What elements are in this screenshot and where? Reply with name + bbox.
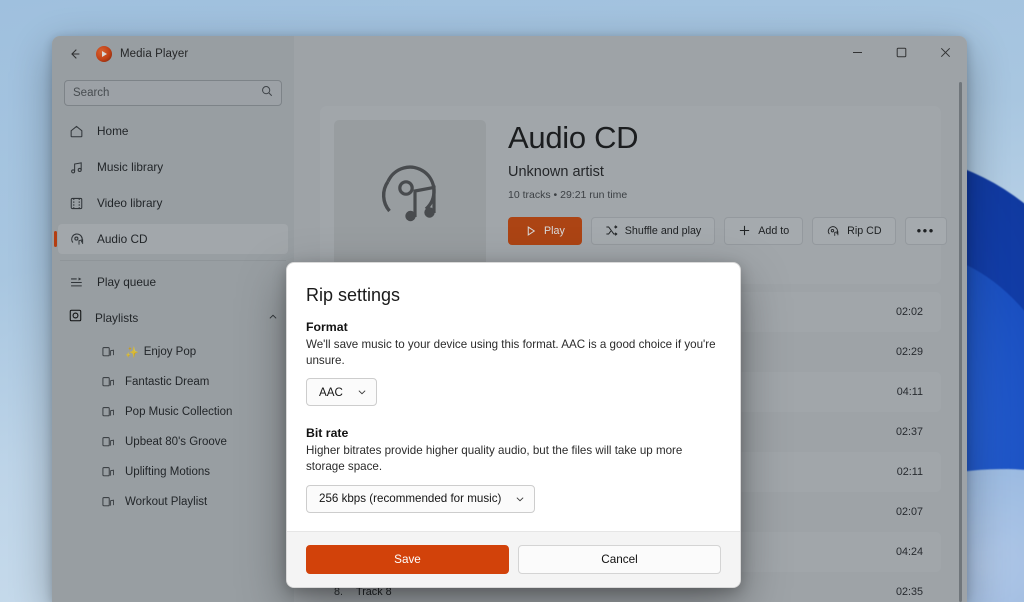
- bitrate-select-value: 256 kbps (recommended for music): [319, 492, 502, 506]
- format-heading: Format: [306, 320, 348, 334]
- chevron-down-icon: [515, 494, 525, 504]
- format-select[interactable]: AAC: [306, 378, 377, 407]
- bitrate-heading: Bit rate: [306, 426, 349, 441]
- format-description: We'll save music to your device using th…: [306, 338, 716, 367]
- rip-settings-dialog: Rip settings Format We'll save music to …: [286, 262, 741, 588]
- dialog-title: Rip settings: [306, 285, 401, 305]
- dialog-footer: Save Cancel: [287, 530, 740, 587]
- format-select-value: AAC: [319, 385, 343, 399]
- bitrate-description: Higher bitrates provide higher quality a…: [306, 444, 683, 473]
- save-button[interactable]: Save: [306, 544, 509, 574]
- cancel-button[interactable]: Cancel: [518, 544, 721, 574]
- chevron-down-icon: [357, 387, 367, 397]
- dialog-body: Rip settings Format We'll save music to …: [287, 263, 740, 531]
- desktop-background: Media Player Search Home Music library V…: [0, 0, 1024, 602]
- bitrate-select[interactable]: 256 kbps (recommended for music): [306, 484, 536, 513]
